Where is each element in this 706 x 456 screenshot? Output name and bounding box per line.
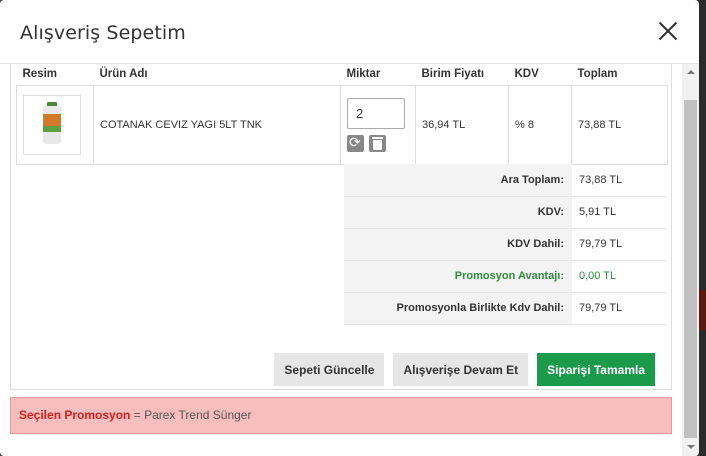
bottle-label-shape <box>43 113 61 126</box>
header-product: Ürün Adı <box>93 64 341 86</box>
quantity-cell <box>340 85 416 165</box>
trash-icon[interactable] <box>369 134 386 152</box>
modal-header: Alışveriş Sepetim <box>0 0 699 64</box>
quantity-actions <box>347 134 409 152</box>
scroll-down-icon[interactable] <box>682 439 699 456</box>
product-image-cell <box>16 85 94 165</box>
totals-row-promo-total: Promosyonla Birlikte Kdv Dahil: 79,79 TL <box>344 292 667 325</box>
bottle-leaf-shape <box>43 125 61 132</box>
promo-advantage-label: Promosyon Avantajı: <box>344 260 572 293</box>
promotion-label: Seçilen Promosyon <box>19 408 131 422</box>
scroll-up-icon[interactable] <box>682 64 699 81</box>
promotion-separator: = <box>130 408 145 422</box>
scroll-thumb[interactable] <box>684 100 697 438</box>
complete-order-button[interactable]: Siparişi Tamamla <box>537 353 655 386</box>
promo-advantage-value: 0,00 TL <box>572 260 667 293</box>
totals-table: Ara Toplam: 73,88 TL KDV: 5,91 TL KDV Da… <box>344 164 667 325</box>
promotion-value: Parex Trend Sünger <box>144 408 252 422</box>
subtotal-value: 73,88 TL <box>572 164 667 197</box>
modal-body: Resim Ürün Adı Miktar Birim Fiyatı KDV T… <box>0 64 682 456</box>
quantity-input[interactable] <box>347 97 405 129</box>
totals-row-subtotal: Ara Toplam: 73,88 TL <box>344 164 667 197</box>
vat-included-value: 79,79 TL <box>572 228 667 261</box>
row-total: 73,88 TL <box>571 85 668 165</box>
promo-total-value: 79,79 TL <box>572 292 667 325</box>
divider <box>10 389 672 390</box>
header-quantity: Miktar <box>340 64 416 86</box>
header-image: Resim <box>16 64 94 86</box>
modal-title: Alışveriş Sepetim <box>20 22 186 44</box>
header-total: Toplam <box>571 64 668 86</box>
product-name[interactable]: COTANAK CEVIZ YAGI 5LT TNK <box>93 85 341 165</box>
cart-container: Resim Ürün Adı Miktar Birim Fiyatı KDV T… <box>10 64 672 390</box>
refresh-icon[interactable] <box>347 134 364 152</box>
update-cart-button[interactable]: Sepeti Güncelle <box>274 353 385 386</box>
close-icon[interactable] <box>657 20 679 42</box>
vertical-scrollbar[interactable] <box>682 64 699 456</box>
vat-value: 5,91 TL <box>572 196 667 229</box>
product-thumbnail[interactable] <box>23 94 81 155</box>
header-unit-price: Birim Fiyatı <box>415 64 509 86</box>
header-vat: KDV <box>508 64 572 86</box>
totals-row-vat: KDV: 5,91 TL <box>344 196 667 229</box>
table-row: COTANAK CEVIZ YAGI 5LT TNK 36,94 TL % 8 … <box>16 85 668 165</box>
action-buttons: Sepeti Güncelle Alışverişe Devam Et Sipa… <box>274 353 655 386</box>
vat-label: KDV: <box>344 196 572 229</box>
vat-rate: % 8 <box>508 85 572 165</box>
promo-total-label: Promosyonla Birlikte Kdv Dahil: <box>344 292 572 325</box>
unit-price: 36,94 TL <box>415 85 509 165</box>
table-header-row: Resim Ürün Adı Miktar Birim Fiyatı KDV T… <box>16 64 668 86</box>
cart-table: Resim Ürün Adı Miktar Birim Fiyatı KDV T… <box>16 64 668 165</box>
subtotal-label: Ara Toplam: <box>344 164 572 197</box>
totals-row-vat-included: KDV Dahil: 79,79 TL <box>344 228 667 261</box>
page-backdrop <box>698 0 706 456</box>
page-backdrop-accent <box>698 290 706 330</box>
totals-row-promo-advantage: Promosyon Avantajı: 0,00 TL <box>344 260 667 293</box>
continue-shopping-button[interactable]: Alışverişe Devam Et <box>393 353 529 386</box>
selected-promotion-bar: Seçilen Promosyon = Parex Trend Sünger <box>10 397 672 434</box>
vat-included-label: KDV Dahil: <box>344 228 572 261</box>
cart-modal: Alışveriş Sepetim Resim Ürün Adı Miktar … <box>0 0 699 456</box>
